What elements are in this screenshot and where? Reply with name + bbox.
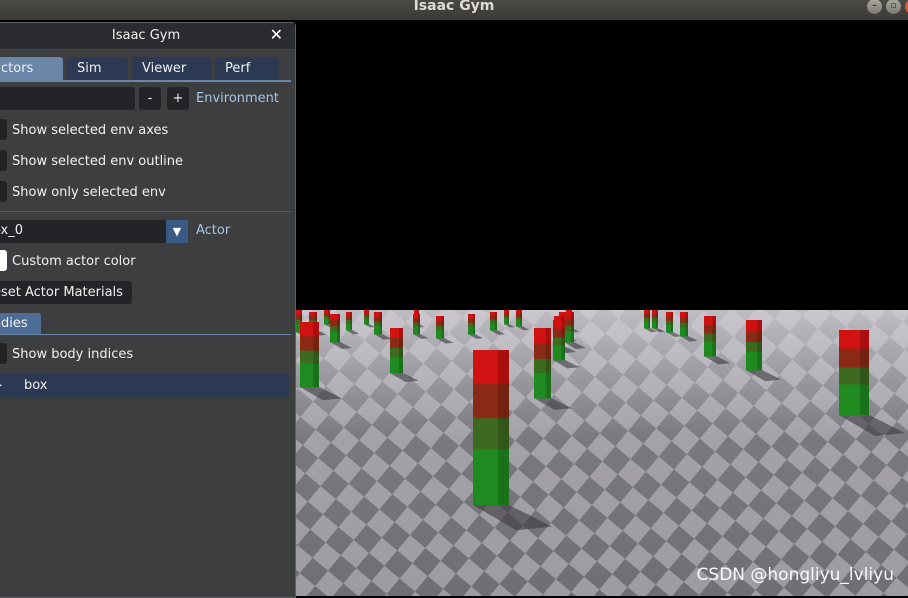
environment-label: Environment xyxy=(196,91,280,106)
3d-viewport[interactable] xyxy=(294,20,908,596)
custom-actor-color-swatch[interactable] xyxy=(0,250,7,271)
custom-actor-color-label: Custom actor color xyxy=(12,254,136,269)
window-titlebar: Isaac Gym – ▫ xyxy=(0,0,908,20)
option-env-outline-label: Show selected env outline xyxy=(12,154,184,169)
checkbox-only-env[interactable] xyxy=(0,181,7,202)
panel-title: Isaac Gym xyxy=(111,28,181,43)
option-env-axes-label: Show selected env axes xyxy=(12,123,169,138)
environment-index-field[interactable] xyxy=(0,87,135,110)
tree-arrow-icon[interactable]: ▸ xyxy=(0,374,2,397)
reset-actor-materials-label: eset Actor Materials xyxy=(0,285,123,300)
checkbox-body-indices[interactable] xyxy=(0,343,7,364)
body-tree-item-label: box xyxy=(24,378,48,393)
bodies-header-label: odies xyxy=(0,316,28,331)
checkbox-env-outline[interactable] xyxy=(0,150,7,171)
isaac-gym-panel: Isaac Gym ✕ ctors Sim Viewer Perf - + En… xyxy=(0,22,296,598)
panel-header: Isaac Gym ✕ xyxy=(0,23,295,50)
tab-viewer[interactable]: Viewer xyxy=(132,57,211,80)
actor-label: Actor xyxy=(196,223,231,238)
actor-select-value: ox_0 xyxy=(0,223,24,238)
actor-select[interactable]: ox_0 ▼ xyxy=(0,220,188,243)
body-tree-item[interactable]: ▸ box xyxy=(0,374,289,397)
tab-actors[interactable]: ctors xyxy=(0,57,63,80)
tab-sim[interactable]: Sim xyxy=(67,57,128,80)
checkbox-env-axes[interactable] xyxy=(0,119,7,140)
window-title: Isaac Gym xyxy=(413,0,495,14)
reset-actor-materials-button[interactable]: eset Actor Materials xyxy=(0,281,132,304)
body-indices-label: Show body indices xyxy=(12,347,134,362)
option-only-env-label: Show only selected env xyxy=(12,185,166,200)
tab-perf[interactable]: Perf xyxy=(215,57,279,80)
tab-underline xyxy=(0,80,291,82)
triangle-down-icon[interactable]: ▼ xyxy=(166,220,188,243)
scene-render xyxy=(294,20,908,596)
bodies-header[interactable]: odies xyxy=(0,313,41,335)
bodies-underline xyxy=(0,334,291,335)
env-increment-button[interactable]: + xyxy=(167,87,189,110)
watermark: CSDN @hongliyu_lvliyu xyxy=(696,565,894,585)
env-decrement-button[interactable]: - xyxy=(139,87,161,110)
separator xyxy=(0,211,291,212)
close-icon[interactable]: ✕ xyxy=(270,26,283,44)
